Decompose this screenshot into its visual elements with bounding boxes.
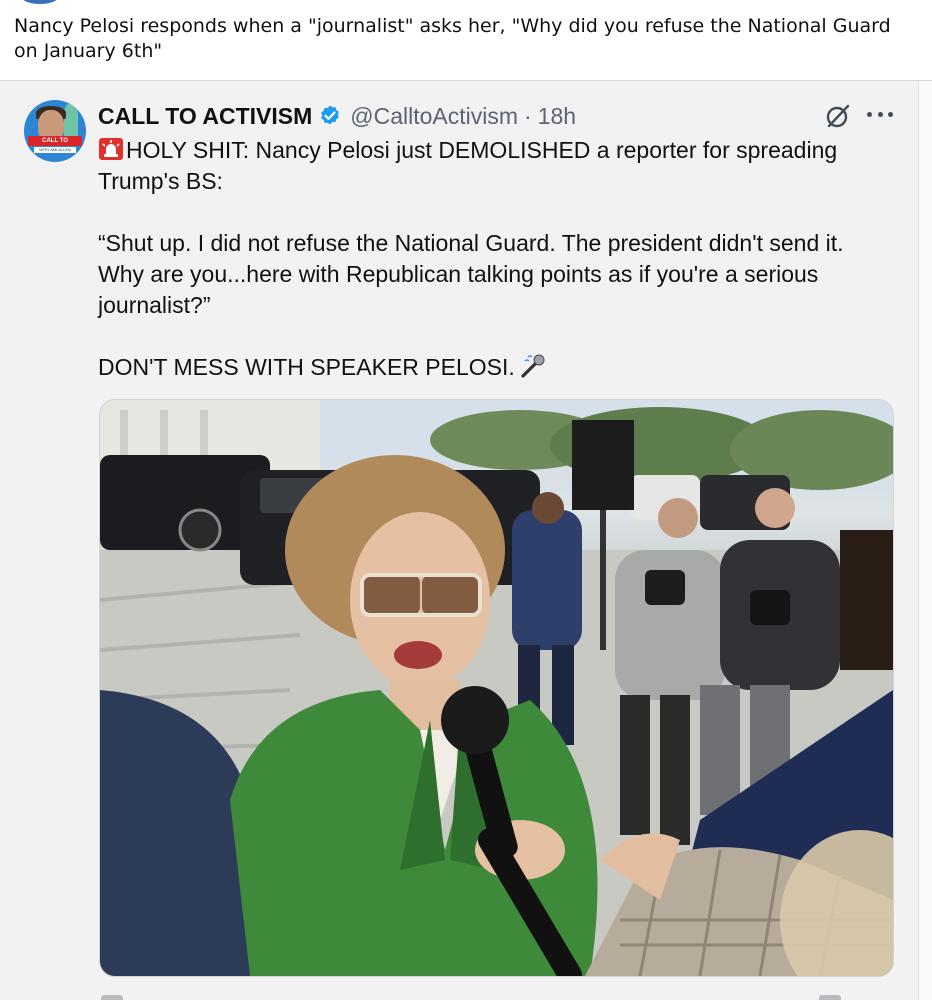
tweet-card[interactable]: CALL TO ACTIVISM WITH AMI ALLEN CALL TO …: [0, 81, 919, 1000]
tweet-actions-edge: [99, 995, 892, 1001]
post-caption: Nancy Pelosi responds when a "journalist…: [14, 15, 891, 62]
scroll-gutter: [919, 81, 932, 1000]
verified-badge-icon: [321, 105, 340, 125]
grok-icon[interactable]: [824, 102, 852, 130]
tweet-line-1: HOLY SHIT: Nancy Pelosi just DEMOLISHED …: [98, 135, 888, 197]
microphone-icon: [521, 354, 545, 378]
tweet-headline: HOLY SHIT: Nancy Pelosi just DEMOLISHED …: [98, 137, 838, 194]
share-icon[interactable]: [819, 995, 841, 1000]
more-dot: [877, 111, 883, 117]
display-name[interactable]: CALL TO ACTIVISM: [98, 103, 312, 130]
separator-dot: ·: [524, 102, 532, 129]
avatar-label: CALL TO ACTIVISM: [28, 136, 82, 154]
video-frame-graphic: [100, 400, 893, 976]
rotating-light-icon: [99, 138, 123, 160]
tweet-closing-line: DON'T MESS WITH SPEAKER PELOSI.: [98, 352, 888, 383]
tweet-header: CALL TO ACTIVISM @CalltoActivism · 18h: [98, 101, 576, 131]
video-thumbnail[interactable]: [99, 399, 894, 977]
more-dot: [888, 111, 893, 117]
tweet-quote: “Shut up. I did not refuse the National …: [98, 230, 844, 318]
avatar[interactable]: CALL TO ACTIVISM WITH AMI ALLEN: [24, 100, 86, 162]
user-handle[interactable]: @CalltoActivism: [350, 103, 518, 130]
reply-icon[interactable]: [101, 995, 123, 1000]
timestamp[interactable]: 18h: [538, 103, 576, 130]
tweet-closing: DON'T MESS WITH SPEAKER PELOSI.: [98, 354, 515, 380]
tweet-text: HOLY SHIT: Nancy Pelosi just DEMOLISHED …: [98, 135, 888, 383]
avatar-sublabel: WITH AMI ALLEN: [34, 147, 76, 153]
more-horizontal-icon[interactable]: [867, 107, 893, 121]
previous-avatar-edge: [20, 0, 60, 4]
more-dot: [867, 111, 872, 117]
